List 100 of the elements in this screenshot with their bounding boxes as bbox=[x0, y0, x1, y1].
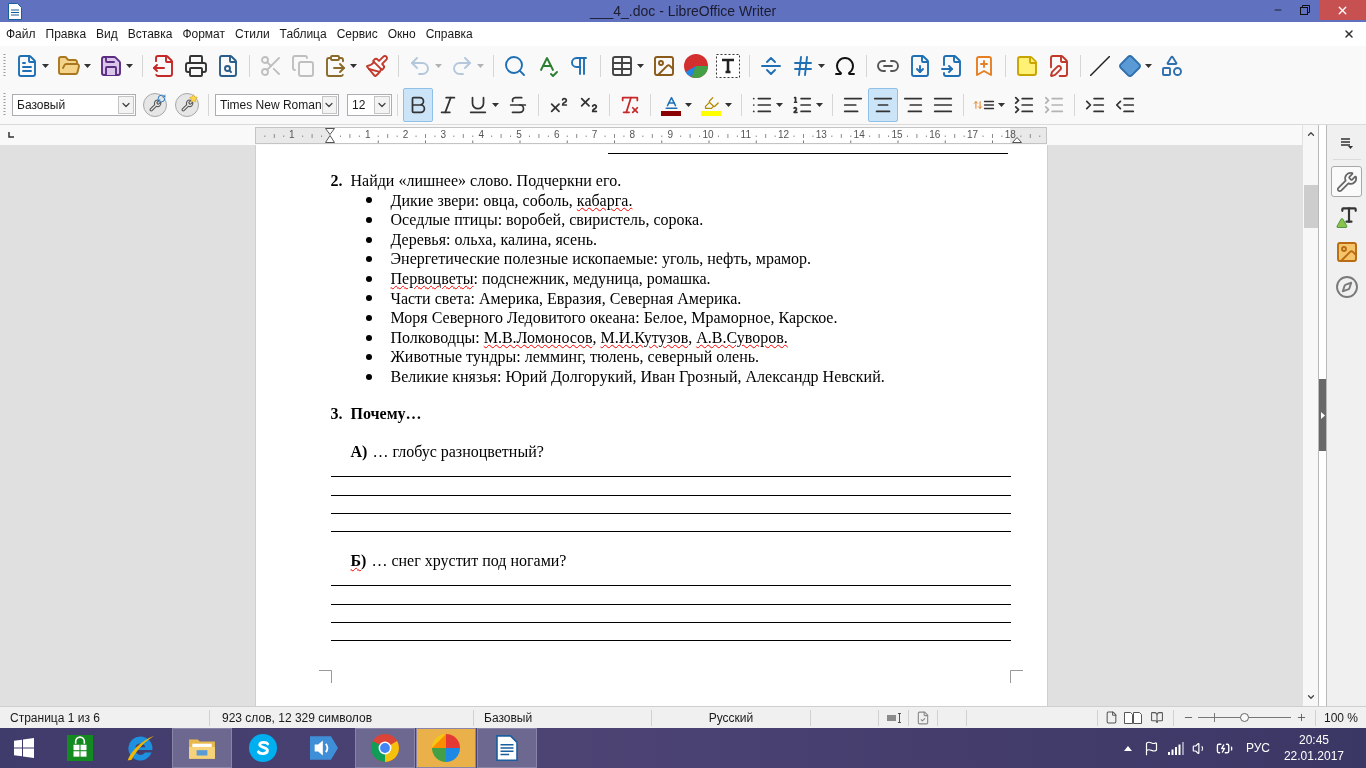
pie-chart-icon bbox=[684, 54, 708, 78]
page-number-status[interactable]: Страница 1 из 6 bbox=[10, 708, 100, 727]
indent-marker[interactable] bbox=[325, 127, 335, 143]
bullet-icon bbox=[365, 295, 372, 302]
paragraph-style-combo[interactable]: Базовый bbox=[12, 94, 136, 116]
type-triangle-icon bbox=[1334, 204, 1359, 229]
scrollbar-thumb[interactable] bbox=[1303, 185, 1318, 228]
bullet-icon bbox=[365, 236, 372, 243]
document-down-arrow-icon bbox=[908, 54, 932, 78]
task-text: Почему… bbox=[350, 403, 422, 424]
font-color-icon bbox=[660, 94, 682, 116]
clock-button[interactable]: 20:45 22.01.2017 bbox=[1277, 728, 1350, 768]
zoom-slider-thumb[interactable] bbox=[1240, 713, 1249, 722]
chevron-down-icon bbox=[374, 96, 390, 114]
paragraph-spacing-icon bbox=[1013, 94, 1035, 116]
scissors-icon bbox=[259, 54, 283, 78]
document-icon[interactable] bbox=[8, 2, 22, 20]
font-size-combo[interactable]: 12 bbox=[347, 94, 392, 116]
shapes-icon bbox=[1160, 54, 1184, 78]
bullet-icon bbox=[365, 354, 372, 361]
hash-icon bbox=[791, 54, 815, 78]
diamond-icon bbox=[1118, 54, 1142, 78]
corner-mark bbox=[1009, 670, 1023, 684]
four-panes-icon bbox=[14, 738, 34, 758]
font-name-combo[interactable]: Times New Roman bbox=[215, 94, 339, 116]
ruler-number: 4 bbox=[478, 130, 484, 140]
menu-item[interactable]: Файл bbox=[1, 24, 41, 44]
menu-item[interactable]: Вставка bbox=[122, 24, 178, 44]
circle-logo-icon bbox=[371, 734, 399, 762]
search-icon bbox=[503, 54, 527, 78]
wrench-icon bbox=[1335, 170, 1358, 193]
taskbar-app-button[interactable] bbox=[172, 728, 232, 768]
list-item-text: Полководцы: М.В.Ломоносов, М.И.Кутузов, А.В.Суворов. bbox=[390, 327, 788, 348]
document-export-icon bbox=[152, 54, 176, 78]
bullet-icon bbox=[365, 334, 372, 341]
input-language-button[interactable]: РУС bbox=[1237, 728, 1278, 768]
tab-stop-icon[interactable] bbox=[8, 132, 14, 138]
ruler-number: 7 bbox=[591, 130, 598, 140]
question-letter: Б) bbox=[350, 551, 367, 571]
sidebar-menu-button[interactable] bbox=[1338, 136, 1355, 150]
language-status[interactable]: Русский bbox=[708, 708, 754, 727]
menu-item[interactable]: Окно bbox=[382, 24, 421, 44]
ruler-number: 1 bbox=[289, 130, 295, 140]
sidebar-toggle-button[interactable] bbox=[1319, 379, 1326, 451]
ruler-number: 1 bbox=[365, 130, 371, 140]
zoom-slider[interactable] bbox=[1198, 712, 1291, 723]
close-icon bbox=[1343, 28, 1355, 40]
strikethrough-icon bbox=[507, 94, 529, 116]
redo-icon bbox=[450, 54, 474, 78]
zoom-in-button[interactable] bbox=[1295, 711, 1307, 724]
menu-item[interactable]: Вид bbox=[91, 24, 123, 44]
speaker-bubble-icon bbox=[310, 734, 338, 762]
browser-e-icon bbox=[127, 734, 155, 762]
text-cursor-icon[interactable] bbox=[886, 712, 901, 723]
compass-icon bbox=[1334, 274, 1359, 299]
list-item-text: Энергетические полезные ископаемые: уголь, нефть, мрамор. bbox=[390, 249, 812, 269]
list-item-text: Деревья: ольха, калина, ясень. bbox=[390, 229, 598, 250]
bullet-icon bbox=[365, 275, 372, 282]
menu-item[interactable]: Правка bbox=[40, 24, 92, 44]
paintbrush-icon bbox=[365, 54, 389, 78]
word-count-status[interactable]: 923 слов, 12 329 символов bbox=[222, 708, 373, 727]
menu-item[interactable]: Формат bbox=[177, 24, 231, 44]
menu-item[interactable]: Стили bbox=[230, 24, 275, 44]
properties-button[interactable] bbox=[1331, 166, 1362, 197]
ruler-number: 10 bbox=[702, 130, 714, 140]
vertical-scrollbar[interactable] bbox=[1302, 125, 1318, 706]
single-page-view-button[interactable] bbox=[1104, 710, 1119, 725]
ruler-number: 6 bbox=[554, 130, 560, 140]
ruler-number: 2 bbox=[402, 130, 409, 140]
multi-page-view-button[interactable] bbox=[1122, 710, 1143, 725]
s-logo-icon bbox=[249, 734, 277, 762]
grip-icon[interactable] bbox=[3, 93, 6, 117]
list-item-text: Первоцветы: подснежник, медуница, ромашка. bbox=[390, 268, 711, 289]
grip-icon[interactable] bbox=[3, 54, 6, 78]
task-number: 2. bbox=[330, 171, 344, 191]
taskbar-app-button[interactable] bbox=[477, 728, 537, 768]
indent-marker[interactable] bbox=[1012, 136, 1022, 143]
ruler-number: 9 bbox=[667, 130, 673, 140]
page-break-icon bbox=[759, 54, 783, 78]
underline-icon bbox=[467, 94, 489, 116]
document-search-icon bbox=[216, 54, 240, 78]
bold-button[interactable] bbox=[403, 88, 433, 122]
ruler[interactable]: 1 1 2 3 4 5 6 7 8 9 10 11 12 13 14 15 16 17 18 bbox=[255, 126, 1047, 144]
flag-icon bbox=[1144, 740, 1160, 756]
zoom-percentage[interactable]: 100 % bbox=[1324, 708, 1358, 727]
window-title: ___4_.doc - LibreOffice Writer bbox=[589, 1, 777, 21]
ruler-number: 14 bbox=[853, 130, 865, 140]
line-icon bbox=[1090, 56, 1110, 76]
bullet-icon bbox=[365, 256, 372, 263]
align-center-button[interactable] bbox=[868, 88, 898, 122]
page-style-status[interactable]: Базовый bbox=[484, 708, 533, 727]
menu-item[interactable]: Таблица bbox=[274, 24, 332, 44]
image-icon bbox=[652, 54, 676, 78]
paragraph-spacing-icon bbox=[1043, 94, 1065, 116]
folder-icon bbox=[57, 54, 81, 78]
menu-item[interactable]: Справка bbox=[420, 24, 478, 44]
ruler-number: 15 bbox=[891, 130, 903, 140]
numbered-list-icon bbox=[791, 94, 813, 116]
menu-item[interactable]: Сервис bbox=[331, 24, 383, 44]
question-text: … снег хрустит под ногами? bbox=[371, 551, 567, 571]
